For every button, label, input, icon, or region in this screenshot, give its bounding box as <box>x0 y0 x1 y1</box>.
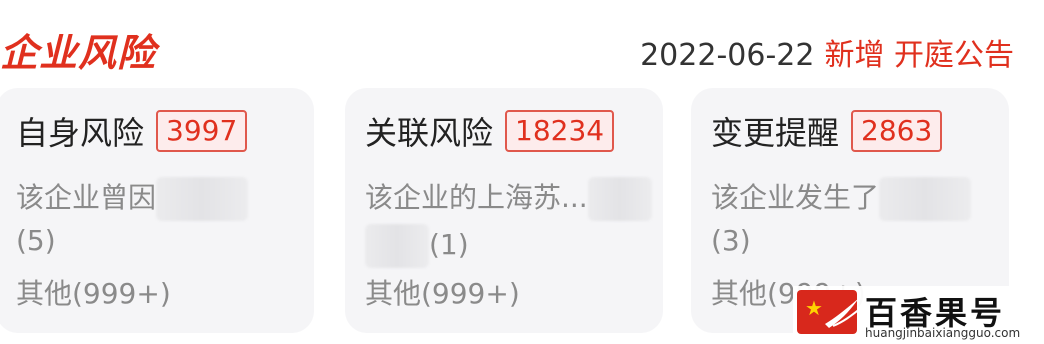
watermark-url: huangjinbaixiangguo.com <box>865 326 1021 340</box>
card-title: 关联风险 <box>365 114 494 152</box>
risk-count-line: (5) <box>16 224 56 257</box>
card-title: 自身风险 <box>16 114 145 152</box>
notice-date: 2022-06-22 <box>640 38 815 73</box>
header: 企业风险 2022-06-22 新增 开庭公告 <box>0 18 1044 78</box>
latest-notice-link[interactable]: 2022-06-22 新增 开庭公告 <box>640 30 1014 74</box>
count-badge: 3997 <box>156 110 248 152</box>
count-badge: 18234 <box>505 110 615 152</box>
risk-count-text: (1) <box>429 228 469 261</box>
related-risk-card[interactable]: 关联风险 18234 该企业的上海苏... (1) 其他(999+) <box>345 88 663 333</box>
risk-summary: 该企业发生了 <box>711 176 972 221</box>
risk-summary: 该企业的上海苏... <box>365 176 652 221</box>
risk-summary-text: 该企业的上海苏... <box>365 181 588 214</box>
self-risk-card[interactable]: 自身风险 3997 该企业曾因 (5) 其他(999+) <box>0 88 314 333</box>
card-title: 变更提醒 <box>711 114 840 152</box>
watermark: ★ 百香果号 huangjinbaixiangguo.com <box>793 286 1044 344</box>
risk-summary-text: 该企业曾因 <box>16 181 157 214</box>
risk-panel: 企业风险 2022-06-22 新增 开庭公告 自身风险 3997 该企业曾因 (5… <box>0 0 1044 344</box>
risk-count-line: (1) <box>365 224 469 268</box>
section-title: 企业风险 <box>0 31 157 75</box>
risk-count-line: (3) <box>711 224 751 257</box>
redacted-text <box>365 224 429 268</box>
redacted-text <box>156 177 249 221</box>
risk-summary-text: 该企业发生了 <box>711 181 880 214</box>
redacted-text <box>587 177 652 221</box>
redacted-text <box>879 177 972 221</box>
card-header: 自身风险 3997 <box>16 108 248 156</box>
card-header: 变更提醒 2863 <box>711 108 943 156</box>
other-risks-link[interactable]: 其他(999+) <box>16 272 171 312</box>
other-risks-link[interactable]: 其他(999+) <box>365 272 520 312</box>
card-header: 关联风险 18234 <box>365 108 615 156</box>
count-badge: 2863 <box>851 110 943 152</box>
watermark-logo-icon: ★ <box>797 290 857 334</box>
swoosh-icon <box>825 299 857 328</box>
notice-text: 新增 开庭公告 <box>824 38 1014 73</box>
risk-summary: 该企业曾因 <box>16 176 249 221</box>
